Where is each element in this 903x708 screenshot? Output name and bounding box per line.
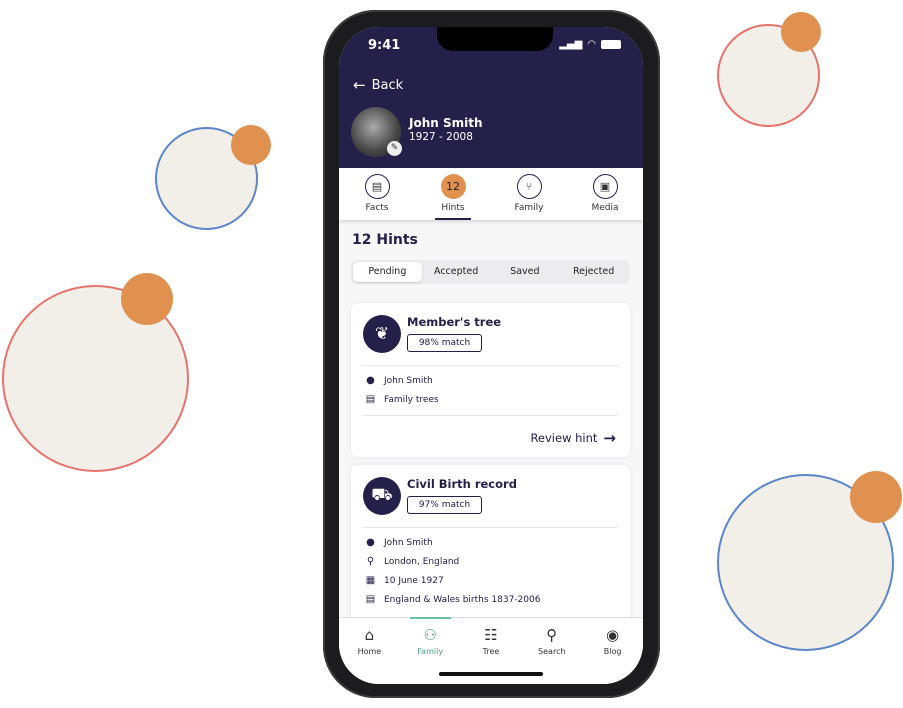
profile-header: 9:41 ▂▄▆ ◠ ← Back ✎ John Smith 1927 - 200… <box>339 27 643 168</box>
review-label: Review hint <box>530 431 598 445</box>
notch <box>437 27 553 51</box>
hints-count-badge: 12 <box>440 174 466 199</box>
detail-text: London, England <box>384 556 460 567</box>
back-label: Back <box>371 77 404 93</box>
page-title: 12 Hints <box>352 232 418 248</box>
decorative-dot <box>850 471 902 523</box>
hint-title: Civil Birth record <box>407 477 517 491</box>
detail-text: Family trees <box>384 394 439 405</box>
hint-detail: ▤ Family trees <box>365 394 439 405</box>
divider <box>363 365 618 366</box>
nav-blog[interactable]: ◉ Blog <box>582 618 643 684</box>
hint-title: Member's tree <box>407 315 502 329</box>
calendar-icon: ▦ <box>365 575 376 586</box>
tab-facts[interactable]: ▤ Facts <box>339 168 415 220</box>
hint-card[interactable]: ⛟ Civil Birth record 97% match ● John Smi… <box>351 465 630 625</box>
review-hint-button[interactable]: Review hint → <box>530 429 616 447</box>
bottom-nav: ⌂ Home ⚇ Family ☷ Tree ⚲ Search ◉ Blog <box>339 617 643 684</box>
home-indicator <box>439 672 543 676</box>
filter-rejected[interactable]: Rejected <box>559 262 628 282</box>
rss-icon: ◉ <box>606 626 620 644</box>
hint-filter: Pending Accepted Saved Rejected <box>351 260 630 284</box>
arrow-left-icon: ← <box>353 76 366 94</box>
filter-pending[interactable]: Pending <box>353 262 422 282</box>
signal-icon: ▂▄▆ <box>559 39 583 50</box>
avatar[interactable]: ✎ <box>351 107 402 157</box>
tree-chart-icon: ☷ <box>484 626 498 644</box>
nav-home[interactable]: ⌂ Home <box>339 618 400 684</box>
divider <box>363 527 618 528</box>
tab-label: Hints <box>441 203 465 213</box>
edit-icon[interactable]: ✎ <box>387 141 402 156</box>
media-icon: ▣ <box>592 174 618 199</box>
hint-detail: ▦ 10 June 1927 <box>365 575 444 586</box>
person-dates: 1927 - 2008 <box>409 131 473 143</box>
person-icon: ● <box>366 375 375 386</box>
document-icon: ▤ <box>365 594 376 605</box>
tab-label: Facts <box>365 203 389 213</box>
hint-detail: ⚲ London, England <box>365 556 459 567</box>
detail-text: John Smith <box>384 375 433 386</box>
people-icon: ⚇ <box>423 626 437 644</box>
profile-tabs: ▤ Facts 12 Hints ⑂ Family ▣ Media <box>339 168 643 220</box>
pram-icon: ⛟ <box>363 477 401 515</box>
hint-detail: ● John Smith <box>365 375 433 386</box>
back-button[interactable]: ← Back <box>353 76 403 94</box>
nav-label: Family <box>417 647 444 656</box>
decorative-dot <box>121 273 173 325</box>
tab-label: Media <box>591 203 619 213</box>
tab-family[interactable]: ⑂ Family <box>491 168 567 220</box>
filter-accepted[interactable]: Accepted <box>422 262 491 282</box>
person-icon: ● <box>366 537 375 548</box>
decorative-dot <box>231 125 271 165</box>
nav-label: Blog <box>603 647 622 656</box>
detail-text: England & Wales births 1837-2006 <box>384 594 541 605</box>
battery-icon <box>601 40 621 49</box>
nav-label: Search <box>538 647 566 656</box>
tab-media[interactable]: ▣ Media <box>567 168 643 220</box>
tab-label: Family <box>514 203 544 213</box>
detail-text: 10 June 1927 <box>384 575 444 586</box>
location-icon: ⚲ <box>366 556 375 567</box>
tree-icon: ❦ <box>363 315 401 353</box>
detail-text: John Smith <box>384 537 433 548</box>
arrow-right-icon: → <box>603 429 616 447</box>
person-name: John Smith <box>409 116 483 130</box>
nav-label: Home <box>357 647 382 656</box>
tab-hints[interactable]: 12 Hints <box>415 168 491 220</box>
filter-saved[interactable]: Saved <box>491 262 560 282</box>
wifi-icon: ◠ <box>587 39 596 50</box>
document-icon: ▤ <box>364 174 390 199</box>
match-badge: 97% match <box>407 496 482 514</box>
nav-label: Tree <box>482 647 500 656</box>
search-icon: ⚲ <box>546 626 558 644</box>
status-time: 9:41 <box>368 38 401 53</box>
hint-detail: ● John Smith <box>365 537 433 548</box>
hint-detail: ▤ England & Wales births 1837-2006 <box>365 594 541 605</box>
status-icons: ▂▄▆ ◠ <box>559 39 621 50</box>
match-badge: 98% match <box>407 334 482 352</box>
hint-card[interactable]: ❦ Member's tree 98% match ● John Smith ▤ F… <box>351 303 630 457</box>
document-icon: ▤ <box>365 394 376 405</box>
divider <box>363 415 618 416</box>
home-icon: ⌂ <box>364 626 375 644</box>
phone-screen: 9:41 ▂▄▆ ◠ ← Back ✎ John Smith 1927 - 200… <box>339 27 643 684</box>
family-icon: ⑂ <box>516 174 542 199</box>
decorative-dot <box>781 12 821 52</box>
